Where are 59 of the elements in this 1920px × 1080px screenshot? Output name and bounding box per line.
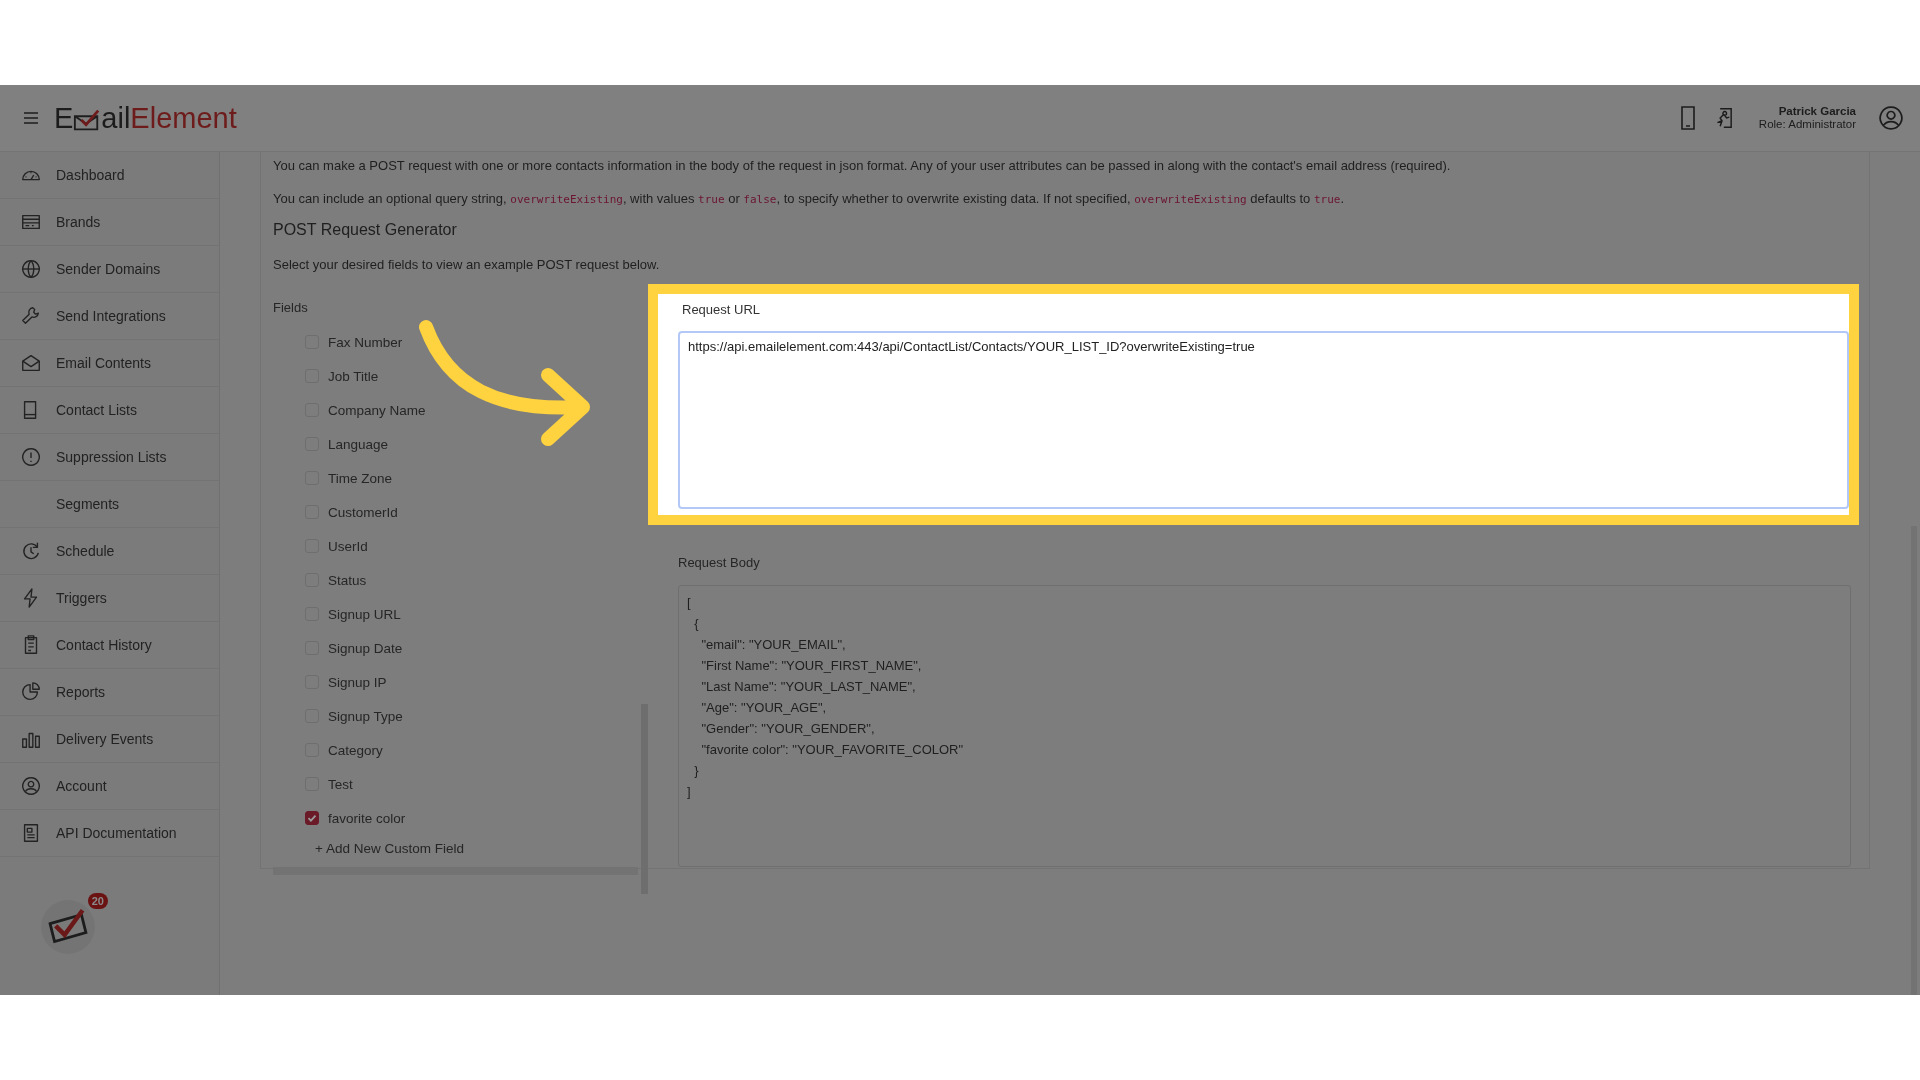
user-icon[interactable] [1878,105,1904,131]
user-role: Role: Administrator [1758,118,1856,131]
logo-text: E [54,101,74,135]
sidebar-item[interactable]: API Documentation [0,810,219,857]
sidebar-item[interactable]: Suppression Lists [0,434,219,481]
field-label[interactable]: Company Name [328,402,426,418]
field-label[interactable]: Signup URL [328,606,401,622]
request-body-label: Request Body [678,555,761,570]
sidebar-item[interactable]: Dashboard [0,152,219,199]
logo-text: Element [130,101,237,135]
sidebar-item[interactable]: Reports [0,669,219,716]
intro-paragraph: You can make a POST request with one or more contacts information in the body of the request in json format. Any of your user attributes can be passed in along with the contact's email address (required). [273,157,1452,175]
sidebar-item[interactable]: Triggers [0,575,219,622]
wrench-icon [20,305,42,327]
field-label[interactable]: Test [328,776,353,792]
clock-icon [20,540,42,562]
field-label[interactable]: Language [328,436,389,452]
envelope-icon [20,352,42,374]
add-field-link[interactable]: + Add New Custom Field [315,841,464,856]
field-label[interactable]: Signup Date [328,640,403,656]
sidebar-item[interactable]: Schedule [0,528,219,575]
notification-badge: 20 [87,893,108,909]
field-label[interactable]: favorite color [328,810,406,826]
field-label[interactable]: UserId [328,538,368,554]
field-label[interactable]: CustomerId [328,504,398,520]
fields-label: Fields [273,300,309,315]
request-url-label: Request URL [682,302,762,317]
envelope-logo-icon [73,107,102,132]
scrollbar[interactable] [1911,526,1917,995]
sidebar-item[interactable]: Account [0,763,219,810]
field-label[interactable]: Status [328,572,367,588]
field-label[interactable]: Fax Number [328,334,403,350]
request-body-field[interactable]: [ { "email": "YOUR_EMAIL", "First Name": "YOUR_FIRST_NAME", "Last Name": "YOUR_LAST_NAME", "Age": "YOUR_AGE", "Gender": "YOUR_GENDER", "favorite color": "YOUR_FAVORITE_COLOR" } ] [678,585,1851,867]
sidebar-item[interactable]: Sender Domains [0,246,219,293]
user-name: Patrick Garcia [1778,105,1856,118]
pie-chart-icon [20,681,42,703]
sidebar-item[interactable]: Delivery Events [0,716,219,763]
user-icon [20,775,42,797]
sidebar-item[interactable]: Contact History [0,622,219,669]
sidebar-item[interactable]: Email Contents [0,340,219,387]
alert-icon [20,446,42,468]
sidebar-item[interactable]: Contact Lists [0,387,219,434]
globe-icon [20,258,42,280]
request-url-field[interactable]: https://api.emailelement.com:443/api/ContactList/Contacts/YOUR_LIST_ID?overwriteExisting=true [678,331,1849,509]
sidebar-item[interactable]: Brands [0,199,219,246]
field-label[interactable]: Signup IP [328,674,387,690]
checkbox[interactable] [305,811,319,825]
check-icon [306,812,318,824]
sidebar-item[interactable]: Send Integrations [0,293,219,340]
generator-hint: Select your desired fields to view an example POST request below. [273,256,661,274]
section-title: POST Request Generator [273,221,458,239]
sidebar-item[interactable]: Segments [0,481,219,528]
field-label[interactable]: Category [328,742,383,758]
query-note: You can include an optional query string, overwriteExisting, with values true or false, to specify whether to overwrite existing data. If not specified, overwriteExisting defaults to true. [273,190,1346,208]
logo-text: ail [101,101,131,135]
field-label[interactable]: Job Title [328,368,379,384]
menu-icon[interactable] [24,112,38,124]
field-label[interactable]: Time Zone [328,470,393,486]
field-label[interactable]: Signup Type [328,708,403,724]
